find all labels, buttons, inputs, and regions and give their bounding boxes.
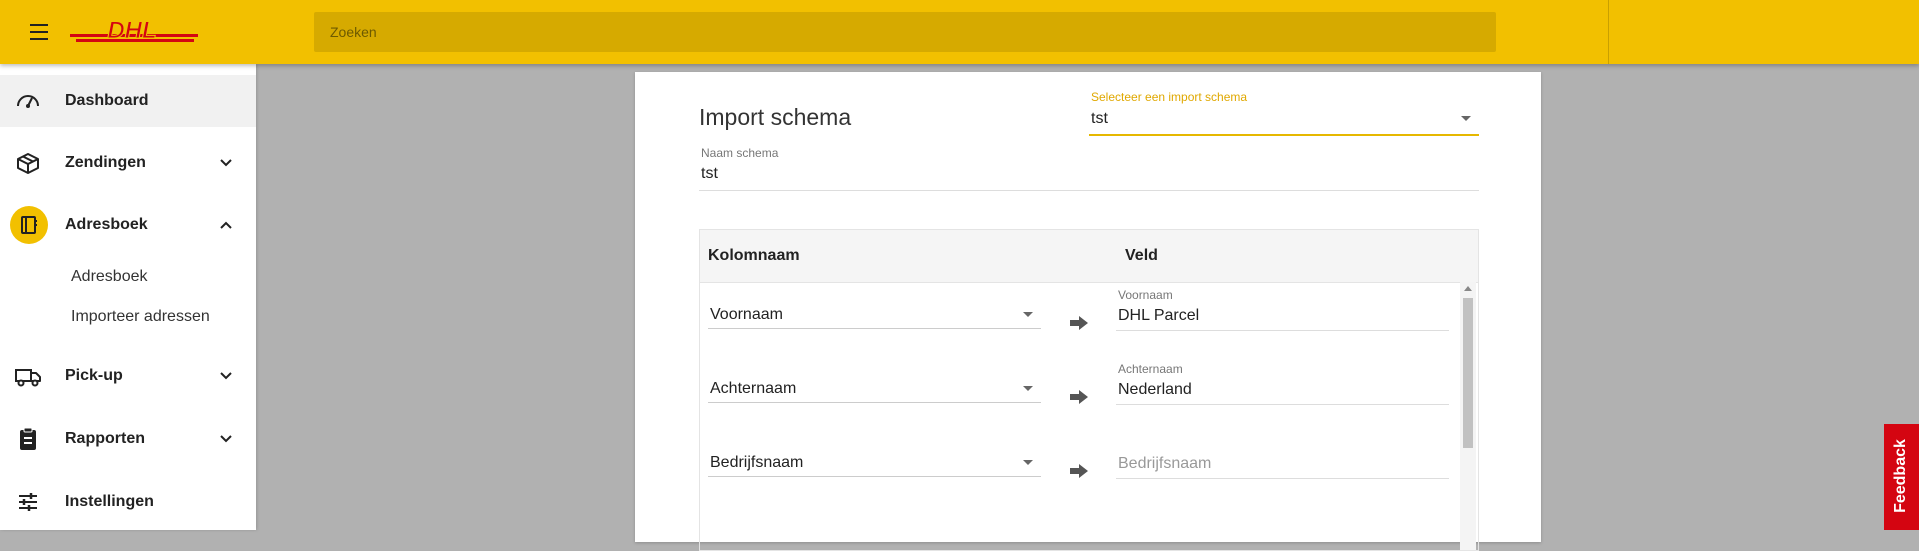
column-select[interactable]: Bedrijfsnaam (708, 446, 1041, 477)
arrow-right-icon (1070, 316, 1088, 330)
field-input[interactable] (1116, 378, 1449, 402)
column-select-value: Bedrijfsnaam (710, 454, 804, 471)
sidebar-item-label: Adresboek (65, 216, 148, 233)
column-select[interactable]: Achternaam (708, 372, 1041, 403)
sidebar-item-label: Rapporten (65, 430, 145, 447)
sliders-icon (19, 493, 37, 511)
chevron-down-icon[interactable] (218, 155, 234, 171)
feedback-label: Feedback (1892, 439, 1909, 513)
mapping-table: Kolomnaam Veld Voornaam Voornaam Achtern… (699, 229, 1479, 551)
chevron-down-icon[interactable] (218, 368, 234, 384)
schema-name-field: Naam schema (699, 146, 1479, 191)
sidebar-item-pick-up[interactable]: Pick-up (0, 350, 256, 402)
sidebar: Dashboard Zendingen Adresboek Adresboek … (0, 64, 256, 530)
arrow-right-icon (1070, 390, 1088, 404)
select-label: Selecteer een import schema (1091, 90, 1248, 104)
dropdown-caret-icon (1461, 116, 1471, 121)
sidebar-subitem-adresboek[interactable]: Adresboek (71, 268, 148, 286)
address-book-icon (21, 216, 37, 234)
select-value: tst (1091, 110, 1108, 127)
dropdown-caret-icon (1023, 386, 1033, 391)
field-label: Voornaam (1118, 288, 1173, 302)
table-header: Kolomnaam Veld (700, 230, 1478, 283)
sidebar-item-zendingen[interactable]: Zendingen (0, 137, 256, 189)
chevron-up-icon[interactable] (218, 217, 234, 233)
address-book-icon-badge (10, 206, 48, 244)
feedback-tab[interactable]: Feedback (1884, 424, 1919, 530)
dropdown-caret-icon (1023, 460, 1033, 465)
sidebar-item-label: Zendingen (65, 154, 146, 171)
field-input[interactable] (1116, 452, 1449, 476)
schema-name-input[interactable] (699, 162, 1479, 186)
column-select[interactable]: Voornaam (708, 298, 1041, 329)
sidebar-item-label: Dashboard (65, 92, 149, 109)
sidebar-item-rapporten[interactable]: Rapporten (0, 413, 256, 465)
scroll-thumb[interactable] (1463, 298, 1473, 448)
search-input[interactable] (314, 12, 1496, 52)
sidebar-item-label: Pick-up (65, 367, 123, 384)
table-scrollbar[interactable] (1460, 282, 1476, 550)
field-input-achternaam: Achternaam (1116, 362, 1449, 405)
arrow-right-icon (1070, 464, 1088, 478)
column-header-veld: Veld (1125, 247, 1158, 264)
sidebar-item-dashboard[interactable]: Dashboard (0, 75, 256, 127)
package-icon (17, 153, 39, 174)
field-input[interactable] (1116, 304, 1449, 328)
column-header-kolomnaam: Kolomnaam (708, 247, 800, 264)
menu-icon[interactable] (26, 20, 52, 44)
sidebar-item-instellingen[interactable]: Instellingen (0, 476, 256, 528)
truck-icon (15, 369, 41, 387)
header-divider (1608, 0, 1609, 64)
dhl-logo[interactable]: DHL (70, 18, 200, 46)
sidebar-item-label: Instellingen (65, 493, 154, 510)
field-label: Achternaam (1118, 362, 1183, 376)
import-schema-card: Import schema Selecteer een import schem… (635, 72, 1541, 551)
page-title: Import schema (699, 104, 852, 130)
sidebar-item-adresboek[interactable]: Adresboek (0, 199, 256, 251)
column-select-value: Achternaam (710, 380, 797, 397)
scroll-up-arrow-icon[interactable] (1464, 286, 1472, 291)
field-input-voornaam: Voornaam (1116, 288, 1449, 331)
schema-name-label: Naam schema (701, 146, 779, 160)
sidebar-subitem-importeer-adressen[interactable]: Importeer adressen (71, 308, 210, 326)
speedometer-icon (17, 95, 39, 108)
dropdown-caret-icon (1023, 312, 1033, 317)
field-input-bedrijfsnaam (1116, 436, 1449, 479)
clipboard-icon (20, 427, 36, 450)
chevron-down-icon[interactable] (218, 431, 234, 447)
search-bar (314, 12, 1496, 52)
top-bar: DHL (0, 0, 1919, 64)
import-schema-select[interactable]: Selecteer een import schema tst (1089, 90, 1479, 136)
column-select-value: Voornaam (710, 306, 783, 323)
logo-text: DHL (107, 18, 156, 44)
